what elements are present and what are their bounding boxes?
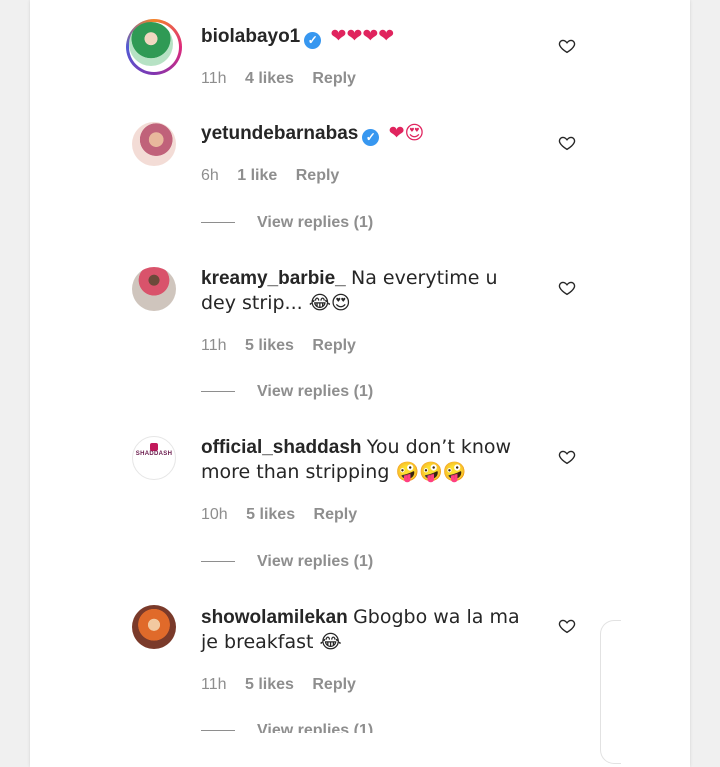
heart-outline-icon[interactable] <box>558 279 576 297</box>
reply-button[interactable]: Reply <box>314 506 358 523</box>
replies-divider <box>201 561 235 563</box>
reply-button[interactable]: Reply <box>296 167 340 184</box>
likes-count[interactable]: 4 likes <box>245 70 294 87</box>
comment-time: 11h <box>201 676 227 693</box>
comment-text: ❤😍 <box>388 122 425 144</box>
comment-username[interactable]: kreamy_barbie_ <box>201 268 346 289</box>
side-card-edge <box>600 620 621 764</box>
replies-divider <box>201 391 235 393</box>
reply-button[interactable]: Reply <box>312 337 356 354</box>
avatar[interactable] <box>132 267 176 311</box>
likes-count[interactable]: 5 likes <box>245 676 294 693</box>
comment-username[interactable]: official_shaddash <box>201 437 362 458</box>
reply-button[interactable]: Reply <box>312 70 356 87</box>
heart-outline-icon[interactable] <box>558 134 576 152</box>
likes-count[interactable]: 5 likes <box>245 337 294 354</box>
avatar[interactable]: SHADDASH <box>132 436 176 480</box>
heart-outline-icon[interactable] <box>558 617 576 635</box>
comments-panel: biolabayo1 ✓ ❤❤❤❤ 11h 4 likes Reply yetun… <box>30 0 690 767</box>
likes-count[interactable]: 1 like <box>237 167 277 184</box>
comment-time: 11h <box>201 70 227 87</box>
heart-outline-icon[interactable] <box>558 37 576 55</box>
viewport-cutoff <box>30 733 690 767</box>
comment-time: 10h <box>201 506 228 523</box>
view-replies-button[interactable]: View replies (1) <box>201 383 373 401</box>
avatar[interactable] <box>132 122 176 166</box>
comment-text: ❤❤❤❤ <box>330 25 395 47</box>
replies-divider <box>201 730 235 732</box>
reply-button[interactable]: Reply <box>312 676 356 693</box>
replies-divider <box>201 222 235 224</box>
view-replies-button[interactable]: View replies (1) <box>201 214 373 232</box>
shaddash-logo-text: SHADDASH <box>135 451 173 457</box>
comment-time: 11h <box>201 337 227 354</box>
verified-badge-icon: ✓ <box>362 129 380 146</box>
verified-badge-icon: ✓ <box>304 32 322 49</box>
heart-outline-icon[interactable] <box>558 448 576 466</box>
comment-username[interactable]: yetundebarnabas <box>201 123 358 144</box>
avatar[interactable] <box>126 19 182 75</box>
likes-count[interactable]: 5 likes <box>246 506 295 523</box>
comment-username[interactable]: showolamilekan <box>201 607 348 628</box>
comment-time: 6h <box>201 167 219 184</box>
view-replies-button[interactable]: View replies (1) <box>201 553 373 571</box>
shaddash-logo-icon <box>150 443 158 451</box>
comment-username[interactable]: biolabayo1 <box>201 26 300 47</box>
avatar[interactable] <box>132 605 176 649</box>
avatar-image <box>129 22 173 66</box>
